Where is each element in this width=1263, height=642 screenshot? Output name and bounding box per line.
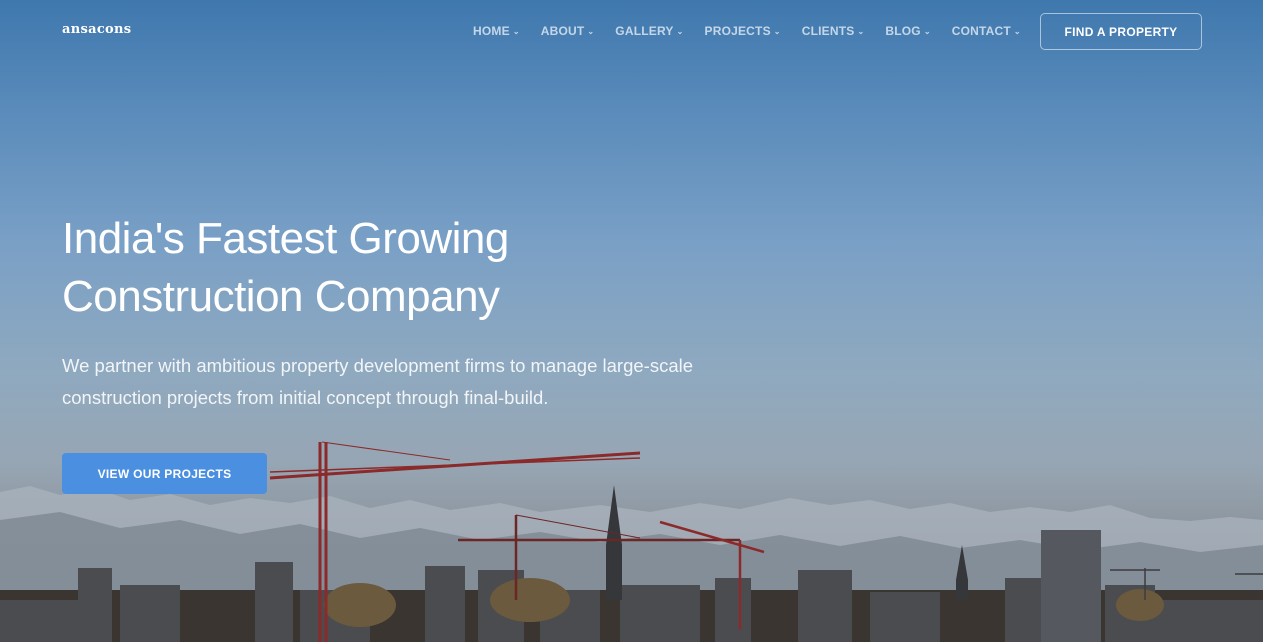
nav-item-label: HOME (473, 24, 510, 38)
nav-item-projects[interactable]: PROJECTS ⌄ (705, 24, 781, 38)
nav-item-label: CONTACT (951, 24, 1011, 38)
nav-item-home[interactable]: HOME ⌄ (473, 24, 520, 38)
hero-description: We partner with ambitious property devel… (62, 350, 742, 414)
nav-item-clients[interactable]: CLIENTS ⌄ (802, 24, 865, 38)
nav-item-about[interactable]: ABOUT ⌄ (541, 24, 595, 38)
headline-line-1: India's Fastest Growing (62, 214, 509, 263)
brand-logo[interactable]: ansacons (62, 22, 131, 37)
chevron-down-icon: ⌄ (587, 26, 595, 36)
description-line-2: construction projects from initial conce… (62, 387, 549, 408)
nav-item-label: PROJECTS (704, 24, 771, 38)
chevron-down-icon: ⌄ (773, 26, 781, 36)
chevron-down-icon: ⌄ (857, 26, 865, 36)
find-property-button[interactable]: FIND A PROPERTY (1040, 13, 1202, 50)
view-projects-button[interactable]: VIEW OUR PROJECTS (62, 453, 267, 494)
chevron-down-icon: ⌄ (1013, 26, 1021, 36)
hero-headline: India's Fastest Growing Construction Com… (62, 210, 622, 326)
nav-item-gallery[interactable]: GALLERY ⌄ (615, 24, 683, 38)
nav-item-label: CLIENTS (801, 24, 855, 38)
chevron-down-icon: ⌄ (923, 26, 931, 36)
main-menu: HOME ⌄ ABOUT ⌄ GALLERY ⌄ PROJECTS ⌄ CLIENTS ⌄… (473, 24, 1042, 38)
top-navigation: ansacons HOME ⌄ ABOUT ⌄ GALLERY ⌄ PROJECTS ⌄… (0, 0, 1263, 62)
headline-line-2: Construction Company (62, 272, 500, 321)
nav-item-label: ABOUT (540, 24, 585, 38)
nav-item-label: GALLERY (615, 24, 674, 38)
description-line-1: We partner with ambitious property devel… (62, 355, 694, 376)
nav-item-contact[interactable]: CONTACT ⌄ (952, 24, 1021, 38)
nav-item-blog[interactable]: BLOG ⌄ (885, 24, 930, 38)
church-spire (606, 485, 622, 600)
hero-section: ansacons HOME ⌄ ABOUT ⌄ GALLERY ⌄ PROJECTS ⌄… (0, 0, 1263, 642)
nav-item-label: BLOG (885, 24, 921, 38)
chevron-down-icon: ⌄ (512, 26, 520, 36)
chevron-down-icon: ⌄ (676, 26, 684, 36)
